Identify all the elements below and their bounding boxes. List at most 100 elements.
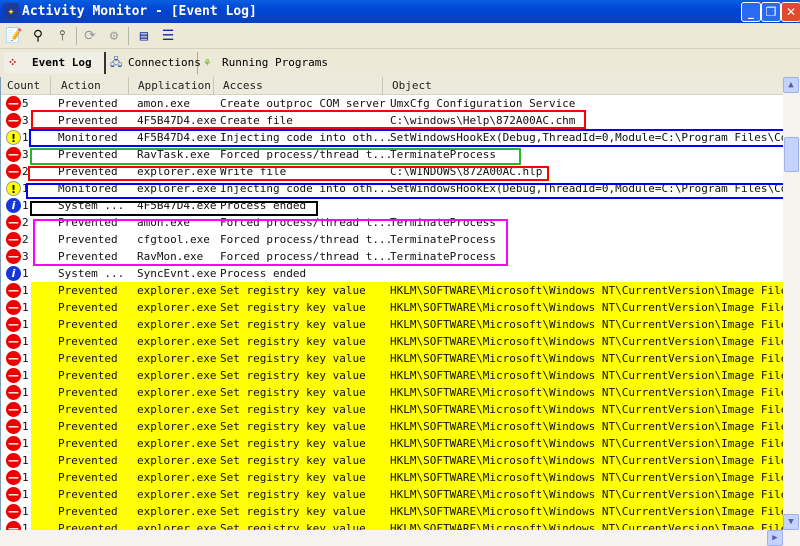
prevented-icon: — xyxy=(6,232,21,247)
cell-access: Set registry key value xyxy=(220,488,366,501)
prevented-icon: — xyxy=(6,147,21,162)
cell-object: HKLM\SOFTWARE\Microsoft\Windows NT\Curre… xyxy=(390,505,783,518)
table-row[interactable]: —1 Prevented explorer.exe Set registry key … xyxy=(1,418,783,435)
prevented-icon: — xyxy=(6,300,21,315)
cell-app: explorer.exe xyxy=(137,318,217,331)
cell-app: SyncEvnt.exe xyxy=(137,267,217,280)
scroll-thumb[interactable] xyxy=(784,137,799,172)
vertical-scrollbar[interactable]: ▲ ▼ xyxy=(783,77,800,530)
cell-app: explorer.exe xyxy=(137,369,217,382)
properties-icon[interactable]: 📝 xyxy=(4,26,24,46)
toolbar: 📝 ⚲ ⫯ ⟳ ⚙ ▤ ☰ xyxy=(0,23,800,49)
cell-count: 1 xyxy=(22,420,29,433)
connections-icon: 🖧 xyxy=(110,56,123,69)
cell-count: 2 xyxy=(22,216,29,229)
cell-app: explorer.exe xyxy=(137,352,217,365)
cell-app: explorer.exe xyxy=(137,386,217,399)
annotation-box-blue xyxy=(26,183,783,199)
cell-app: explorer.exe xyxy=(137,284,217,297)
cell-object: HKLM\SOFTWARE\Microsoft\Windows NT\Curre… xyxy=(390,369,783,382)
column-header-count[interactable]: Count xyxy=(1,77,51,95)
cell-access: Set registry key value xyxy=(220,522,366,530)
table-row[interactable]: —1 Prevented explorer.exe Set registry key … xyxy=(1,452,783,469)
tab-event-log[interactable]: ⁘ Event Log xyxy=(4,52,106,74)
prevented-icon: — xyxy=(6,351,21,366)
cell-access: Set registry key value xyxy=(220,437,366,450)
cell-access: Set registry key value xyxy=(220,301,366,314)
cell-action: Prevented xyxy=(58,454,118,467)
cell-object: HKLM\SOFTWARE\Microsoft\Windows NT\Curre… xyxy=(390,284,783,297)
minimize-button[interactable]: _ xyxy=(741,2,761,22)
cell-count: 1 xyxy=(22,301,29,314)
cell-action: Prevented xyxy=(58,386,118,399)
cell-action: Prevented xyxy=(58,471,118,484)
cell-count: 1 xyxy=(22,471,29,484)
cell-count: 3 xyxy=(22,250,29,263)
prevented-icon: — xyxy=(6,419,21,434)
cell-count: 1 xyxy=(22,386,29,399)
event-log-icon: ⁘ xyxy=(8,56,18,69)
table-row[interactable]: —1 Prevented explorer.exe Set registry key … xyxy=(1,503,783,520)
cell-app: explorer.exe xyxy=(137,471,217,484)
cell-object: HKLM\SOFTWARE\Microsoft\Windows NT\Curre… xyxy=(390,420,783,433)
table-row[interactable]: —1 Prevented explorer.exe Set registry key … xyxy=(1,520,783,530)
cell-action: Prevented xyxy=(58,505,118,518)
table-row[interactable]: —1 Prevented explorer.exe Set registry key … xyxy=(1,384,783,401)
column-header-access[interactable]: Access xyxy=(214,77,383,95)
table-row[interactable]: —1 Prevented explorer.exe Set registry key … xyxy=(1,469,783,486)
cell-object: HKLM\SOFTWARE\Microsoft\Windows NT\Curre… xyxy=(390,522,783,530)
tab-running-programs[interactable]: ⚘ Running Programs xyxy=(200,52,330,74)
cell-app: explorer.exe xyxy=(137,522,217,530)
table-row[interactable]: —1 Prevented explorer.exe Set registry key … xyxy=(1,316,783,333)
settings-icon[interactable]: ⚙ xyxy=(104,26,124,46)
cascade-icon[interactable]: ▤ xyxy=(134,26,154,46)
cell-app: explorer.exe xyxy=(137,403,217,416)
table-row[interactable]: —1 Prevented explorer.exe Set registry key … xyxy=(1,435,783,452)
close-button[interactable]: ✕ xyxy=(781,2,800,22)
cell-action: Prevented xyxy=(58,437,118,450)
restore-button[interactable]: ❐ xyxy=(761,2,781,22)
cell-access: Set registry key value xyxy=(220,335,366,348)
column-header-application[interactable]: Application xyxy=(129,77,214,95)
tab-connections[interactable]: 🖧 Connections xyxy=(106,52,201,74)
scroll-up-button[interactable]: ▲ xyxy=(783,77,799,93)
table-row[interactable]: —1 Prevented explorer.exe Set registry key … xyxy=(1,299,783,316)
table-row[interactable]: i 1 System ... SyncEvnt.exe Process ended xyxy=(1,265,783,282)
list-header: Count Action Application Access Object xyxy=(1,77,783,95)
cell-object: HKLM\SOFTWARE\Microsoft\Windows NT\Curre… xyxy=(390,488,783,501)
filter-icon[interactable]: ⫯ xyxy=(52,26,72,46)
table-row[interactable]: —1 Prevented explorer.exe Set registry key … xyxy=(1,367,783,384)
table-row[interactable]: —1 Prevented explorer.exe Set registry key … xyxy=(1,282,783,299)
event-log-list[interactable]: Count Action Application Access Object —… xyxy=(0,77,783,530)
refresh-icon[interactable]: ⟳ xyxy=(80,26,100,46)
scroll-down-button[interactable]: ▼ xyxy=(783,514,799,530)
cell-count: 1 xyxy=(22,522,29,530)
tab-label: Running Programs xyxy=(222,56,328,69)
cell-app: explorer.exe xyxy=(137,454,217,467)
prevented-icon: — xyxy=(6,436,21,451)
cell-access: Set registry key value xyxy=(220,505,366,518)
running-programs-icon: ⚘ xyxy=(204,56,211,69)
table-row[interactable]: —1 Prevented explorer.exe Set registry key … xyxy=(1,486,783,503)
scroll-right-button[interactable]: ▶ xyxy=(767,530,783,546)
tile-icon[interactable]: ☰ xyxy=(158,26,178,46)
cell-action: Prevented xyxy=(58,369,118,382)
table-row[interactable]: —1 Prevented explorer.exe Set registry key … xyxy=(1,401,783,418)
find-icon[interactable]: ⚲ xyxy=(28,26,48,46)
cell-access: Set registry key value xyxy=(220,369,366,382)
cell-object: HKLM\SOFTWARE\Microsoft\Windows NT\Curre… xyxy=(390,335,783,348)
cell-object: HKLM\SOFTWARE\Microsoft\Windows NT\Curre… xyxy=(390,471,783,484)
prevented-icon: — xyxy=(6,249,21,264)
cell-access: Set registry key value xyxy=(220,352,366,365)
table-row[interactable]: —1 Prevented explorer.exe Set registry key … xyxy=(1,350,783,367)
table-row[interactable]: —1 Prevented explorer.exe Set registry key … xyxy=(1,333,783,350)
cell-access: Set registry key value xyxy=(220,454,366,467)
column-header-action[interactable]: Action xyxy=(51,77,129,95)
cell-count: 3 xyxy=(22,114,29,127)
horizontal-scrollbar[interactable]: ▶ xyxy=(0,530,800,546)
annotation-box-blue xyxy=(29,129,783,147)
column-header-object[interactable]: Object xyxy=(383,77,783,95)
tab-bar: ⁘ Event Log 🖧 Connections ⚘ Running Prog… xyxy=(0,50,800,76)
cell-count: 1 xyxy=(22,284,29,297)
cell-count: 1 xyxy=(22,131,29,144)
